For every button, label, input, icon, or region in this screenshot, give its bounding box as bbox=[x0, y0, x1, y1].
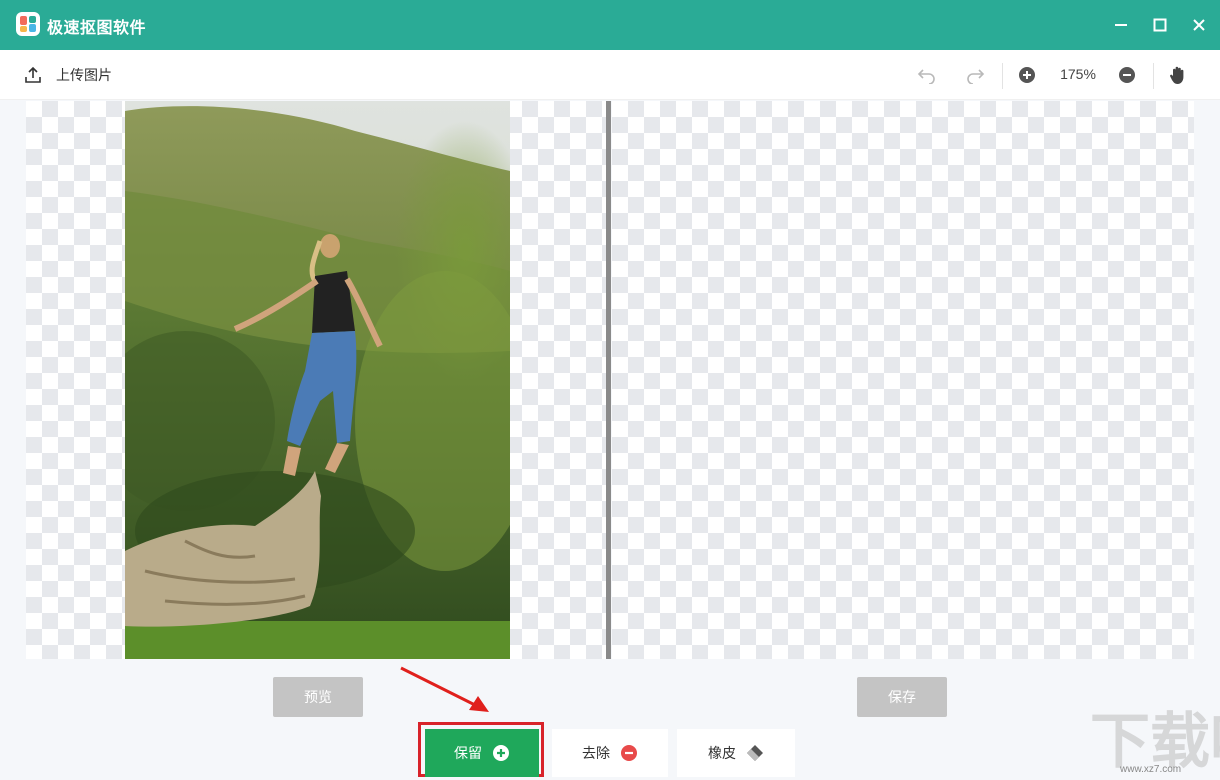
preview-button[interactable]: 预览 bbox=[273, 677, 363, 717]
plus-circle-icon bbox=[492, 744, 510, 762]
upload-button[interactable]: 上传图片 bbox=[24, 64, 112, 86]
toolbar: 上传图片 175% bbox=[0, 50, 1220, 100]
app-logo bbox=[16, 12, 40, 36]
minimize-button[interactable] bbox=[1106, 10, 1136, 40]
zoom-level: 175% bbox=[1060, 66, 1096, 82]
upload-icon bbox=[25, 66, 41, 83]
zoom-in-button[interactable] bbox=[1016, 64, 1038, 86]
remove-button[interactable]: 去除 bbox=[552, 729, 668, 777]
keep-label: 保留 bbox=[454, 745, 482, 761]
close-button[interactable] bbox=[1184, 10, 1214, 40]
remove-label: 去除 bbox=[582, 745, 610, 761]
redo-icon bbox=[967, 69, 985, 84]
close-icon bbox=[1193, 19, 1205, 31]
keep-button[interactable]: 保留 bbox=[425, 729, 539, 777]
hand-icon bbox=[1169, 66, 1184, 84]
minus-circle-icon bbox=[620, 744, 638, 762]
upload-label: 上传图片 bbox=[56, 67, 112, 83]
app-title: 极速抠图软件 bbox=[47, 20, 147, 37]
redo-button[interactable] bbox=[964, 64, 986, 86]
maximize-button[interactable] bbox=[1145, 10, 1175, 40]
result-image-canvas[interactable] bbox=[612, 101, 1194, 659]
hand-tool-button[interactable] bbox=[1167, 64, 1189, 86]
eraser-button[interactable]: 橡皮 bbox=[677, 729, 795, 777]
minimize-icon bbox=[1115, 24, 1127, 26]
toolbar-separator bbox=[1002, 63, 1003, 89]
zoom-in-icon bbox=[1019, 67, 1035, 83]
annotation-arrow bbox=[400, 666, 489, 712]
zoom-out-icon bbox=[1119, 67, 1135, 83]
eraser-icon bbox=[746, 744, 764, 762]
undo-icon bbox=[917, 69, 935, 84]
split-divider[interactable] bbox=[606, 101, 611, 659]
zoom-out-button[interactable] bbox=[1116, 64, 1138, 86]
save-button[interactable]: 保存 bbox=[857, 677, 947, 717]
undo-button[interactable] bbox=[916, 64, 938, 86]
eraser-label: 橡皮 bbox=[708, 745, 736, 761]
source-photo[interactable] bbox=[125, 101, 510, 659]
title-bar: 极速抠图软件 bbox=[0, 0, 1220, 50]
watermark-url: www.xz7.com bbox=[1120, 764, 1182, 775]
maximize-icon bbox=[1153, 18, 1167, 32]
toolbar-separator bbox=[1153, 63, 1154, 89]
